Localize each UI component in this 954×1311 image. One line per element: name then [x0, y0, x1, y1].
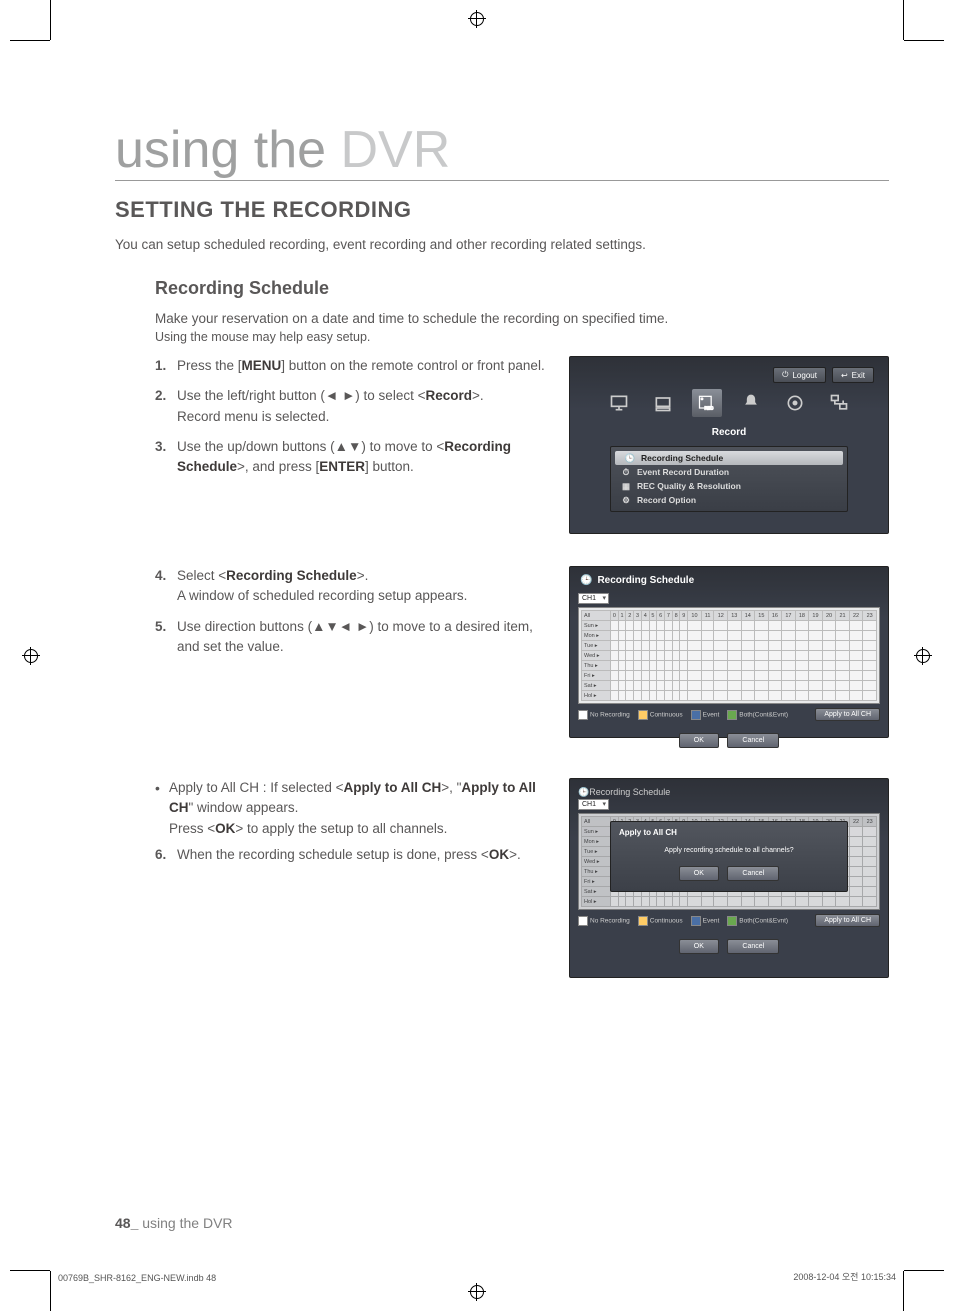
network-icon[interactable]: [824, 389, 854, 417]
section-heading: SETTING THE RECORDING: [115, 197, 889, 223]
back-icon: ↩: [841, 371, 848, 380]
record-icon[interactable]: REC: [692, 389, 722, 417]
step-1: 1. Press the [MENU] button on the remote…: [155, 356, 551, 376]
hint-text: Using the mouse may help easy setup.: [155, 330, 889, 344]
step-num: 1.: [155, 356, 166, 376]
event-icon[interactable]: [736, 389, 766, 417]
legend: No Recording Continuous Event Both(Cont&…: [578, 708, 880, 721]
page-footer: 48_ using the DVR: [115, 1215, 233, 1231]
channel-dropdown[interactable]: CH1: [578, 593, 609, 604]
sub-heading: Recording Schedule: [155, 278, 889, 299]
clock-icon: 🕒: [580, 575, 592, 586]
record-menu-screenshot: ⏻Logout ↩Exit REC Record: [569, 356, 889, 534]
step-5: 5. Use direction buttons (▲▼◄ ►) to move…: [155, 617, 551, 658]
schedule-grid[interactable]: All0123456789101112131415161718192021222…: [578, 607, 880, 704]
step-num: 3.: [155, 437, 166, 457]
system-icon[interactable]: [604, 389, 634, 417]
step-num: 5.: [155, 617, 166, 637]
clock-icon: 🕒: [625, 453, 635, 463]
title-dark: using the: [115, 121, 341, 179]
cancel-button[interactable]: Cancel: [727, 939, 779, 954]
step-num: 6.: [155, 845, 166, 865]
clock-icon: 🕒: [578, 787, 589, 797]
ok-button[interactable]: OK: [679, 733, 719, 748]
menu-recording-schedule[interactable]: 🕒Recording Schedule: [615, 451, 843, 465]
gear-icon: ⚙: [621, 495, 631, 505]
step-3: 3. Use the up/down buttons (▲▼) to move …: [155, 437, 551, 478]
step-4: 4. Select <Recording Schedule>. A window…: [155, 566, 551, 607]
svg-text:REC: REC: [705, 406, 714, 411]
menu-event-duration[interactable]: ⏱Event Record Duration: [611, 465, 847, 479]
apply-all-ch-button[interactable]: Apply to All CH: [815, 708, 880, 721]
apply-all-modal-screenshot: 🕒Recording Schedule CH1 All0123456789101…: [569, 778, 889, 978]
steps-list-c: 6. When the recording schedule setup is …: [155, 845, 551, 865]
steps-list-a: 1. Press the [MENU] button on the remote…: [155, 356, 551, 477]
modal-cancel-button[interactable]: Cancel: [727, 866, 779, 881]
page-number: 48_: [115, 1215, 138, 1231]
timer-icon: ⏱: [621, 467, 631, 477]
cancel-button[interactable]: Cancel: [727, 733, 779, 748]
ok-button[interactable]: OK: [679, 939, 719, 954]
footer-label: using the DVR: [142, 1215, 232, 1231]
exit-button[interactable]: ↩Exit: [832, 367, 874, 383]
step-2: 2. Use the left/right button (◄ ►) to se…: [155, 386, 551, 427]
apply-all-ch-button[interactable]: Apply to All CH: [815, 914, 880, 927]
intro-text: You can setup scheduled recording, event…: [115, 237, 889, 252]
modal-title: Apply to All CH: [619, 828, 839, 837]
step-num: 2.: [155, 386, 166, 406]
step-6: 6. When the recording schedule setup is …: [155, 845, 551, 865]
title-light: DVR: [341, 121, 451, 179]
power-icon: ⏻: [782, 370, 788, 380]
steps-list-b: 4. Select <Recording Schedule>. A window…: [155, 566, 551, 657]
modal-ok-button[interactable]: OK: [679, 866, 719, 881]
record-label: Record: [580, 427, 878, 438]
description: Make your reservation on a date and time…: [155, 311, 889, 326]
quality-icon: ▦: [621, 481, 631, 491]
apply-all-note: Apply to All CH : If selected <Apply to …: [155, 778, 551, 839]
bleed-timestamp: 2008-12-04 오전 10:15:34: [793, 1270, 896, 1283]
menu-record-option[interactable]: ⚙Record Option: [611, 493, 847, 507]
page-title: using the DVR: [115, 120, 889, 181]
modal-message: Apply recording schedule to all channels…: [619, 847, 839, 854]
device-icon[interactable]: [648, 389, 678, 417]
step-num: 4.: [155, 566, 166, 586]
apply-all-modal: Apply to All CH Apply recording schedule…: [610, 821, 848, 892]
legend: No Recording Continuous Event Both(Cont&…: [578, 914, 880, 927]
record-submenu: 🕒Recording Schedule ⏱Event Record Durati…: [610, 446, 848, 512]
logout-button[interactable]: ⏻Logout: [773, 367, 826, 383]
schedule-grid-screenshot: 🕒Recording Schedule CH1 All0123456789101…: [569, 566, 889, 738]
backup-icon[interactable]: [780, 389, 810, 417]
bleed-file: 00769B_SHR-8162_ENG-NEW.indb 48: [58, 1273, 216, 1283]
channel-dropdown[interactable]: CH1: [578, 799, 609, 810]
menu-rec-quality[interactable]: ▦REC Quality & Resolution: [611, 479, 847, 493]
